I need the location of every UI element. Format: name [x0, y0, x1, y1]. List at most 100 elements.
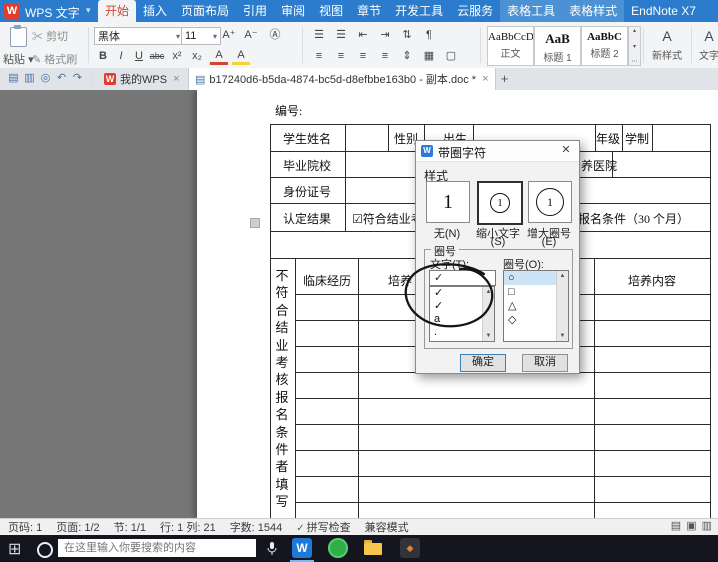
- tab-endnote[interactable]: EndNote X7: [624, 0, 703, 22]
- style-option-none[interactable]: 1: [426, 181, 470, 223]
- text-list-scrollbar[interactable]: ▲ ▼: [482, 287, 494, 341]
- close-tab-icon[interactable]: ×: [482, 73, 488, 85]
- cancel-button[interactable]: 取消: [522, 354, 568, 372]
- print-button[interactable]: ▥: [22, 71, 37, 86]
- start-button[interactable]: ⊞: [8, 539, 21, 559]
- cortana-icon[interactable]: [37, 542, 53, 558]
- spellcheck-toggle[interactable]: ✓拼写检查: [296, 519, 350, 535]
- subscript-button[interactable]: x₂: [188, 48, 206, 65]
- taskbar-explorer-icon[interactable]: [364, 543, 382, 555]
- ok-button[interactable]: 确定: [460, 354, 506, 372]
- sort-button[interactable]: ⇅: [398, 27, 416, 44]
- enclose-character-button[interactable]: Ⓐ: [266, 27, 284, 44]
- taskbar-app-icon[interactable]: ◆: [400, 538, 420, 558]
- superscript-button[interactable]: x²: [168, 48, 186, 65]
- circle-listbox[interactable]: ○ □ △ ◇ ▲ ▼: [503, 270, 569, 342]
- taskbar-wps-icon[interactable]: W: [292, 538, 312, 558]
- align-center-button[interactable]: ≡: [332, 48, 350, 65]
- style-normal[interactable]: AaBbCcD正文: [487, 26, 534, 66]
- scroll-down-icon[interactable]: ▼: [486, 331, 492, 341]
- line-spacing-button[interactable]: ⇕: [398, 48, 416, 65]
- document-tab[interactable]: ▤ b17240d6-b5da-4874-bc5d-d8efbbe163b0 -…: [188, 68, 496, 90]
- shading-button[interactable]: ▦: [420, 48, 438, 65]
- numbered-list-button[interactable]: ☰: [332, 27, 350, 44]
- save-button[interactable]: ▤: [6, 71, 21, 86]
- gallery-more-icon[interactable]: ⋯: [632, 58, 638, 65]
- style-option-enlarge-circle[interactable]: 1: [528, 181, 572, 223]
- show-marks-button[interactable]: ¶: [420, 27, 438, 44]
- italic-button[interactable]: I: [112, 48, 130, 65]
- list-item[interactable]: □: [504, 285, 556, 299]
- decrease-indent-button[interactable]: ⇤: [354, 27, 372, 44]
- tab-view[interactable]: 视图: [312, 0, 350, 22]
- font-size-select[interactable]: 11▾: [181, 27, 221, 45]
- new-tab-button[interactable]: +: [497, 71, 512, 86]
- tab-page-layout[interactable]: 页面布局: [174, 0, 236, 22]
- undo-button[interactable]: ↶: [54, 71, 69, 86]
- text-listbox[interactable]: ✓ ✓ a . ▲ ▼: [429, 286, 495, 342]
- bullet-list-button[interactable]: ☰: [310, 27, 328, 44]
- increase-font-button[interactable]: A⁺: [220, 27, 238, 44]
- view-mode-icon[interactable]: ▣: [686, 519, 696, 532]
- tab-review[interactable]: 审阅: [274, 0, 312, 22]
- app-menu-chevron-icon[interactable]: ▾: [86, 5, 91, 16]
- list-item[interactable]: a: [430, 313, 482, 326]
- tab-cloud[interactable]: 云服务: [450, 0, 500, 22]
- taskbar-browser-icon[interactable]: [328, 538, 348, 558]
- align-right-button[interactable]: ≡: [354, 48, 372, 65]
- preview-button[interactable]: ◎: [38, 71, 53, 86]
- text-input[interactable]: ✓: [429, 270, 496, 286]
- taskbar-search-input[interactable]: [58, 539, 256, 557]
- view-mode-icon[interactable]: ▤: [671, 519, 681, 532]
- style-option-shrink-text[interactable]: 1: [477, 181, 523, 225]
- close-tab-icon[interactable]: ×: [173, 73, 179, 85]
- tab-home[interactable]: 开始: [98, 0, 136, 22]
- text-tool-button[interactable]: A 文字: [695, 26, 718, 66]
- list-item[interactable]: ◇: [504, 313, 556, 327]
- tab-table-style[interactable]: 表格样式: [562, 0, 624, 22]
- home-tab[interactable]: W 我的WPS ×: [98, 68, 186, 90]
- tab-insert[interactable]: 插入: [136, 0, 174, 22]
- list-item[interactable]: △: [504, 299, 556, 313]
- strikethrough-button[interactable]: abc: [148, 48, 166, 65]
- align-left-button[interactable]: ≡: [310, 48, 328, 65]
- tab-dev-tools[interactable]: 开发工具: [388, 0, 450, 22]
- view-mode-icon[interactable]: ▥: [702, 519, 712, 532]
- scroll-up-icon[interactable]: ▲: [560, 271, 566, 281]
- scroll-down-icon[interactable]: ▼: [560, 331, 566, 341]
- increase-indent-button[interactable]: ⇥: [376, 27, 394, 44]
- tab-references[interactable]: 引用: [236, 0, 274, 22]
- tab-section[interactable]: 章节: [350, 0, 388, 22]
- list-item[interactable]: .: [430, 326, 482, 339]
- format-painter-button[interactable]: ✎ 格式刷: [32, 51, 77, 67]
- bold-button[interactable]: B: [94, 48, 112, 65]
- borders-button[interactable]: ▢: [442, 48, 460, 65]
- redo-button[interactable]: ↷: [70, 71, 85, 86]
- microphone-icon[interactable]: [266, 541, 278, 556]
- decrease-font-button[interactable]: A⁻: [242, 27, 260, 44]
- scroll-up-icon[interactable]: ▴: [633, 27, 636, 34]
- scroll-up-icon[interactable]: ▲: [486, 287, 492, 297]
- justify-button[interactable]: ≡: [376, 48, 394, 65]
- style-heading2[interactable]: AaBbC标题 2: [581, 26, 628, 66]
- tab-table-tools[interactable]: 表格工具: [500, 0, 562, 22]
- font-color-button[interactable]: A: [210, 48, 228, 65]
- list-item[interactable]: ○: [504, 271, 556, 285]
- dialog-title-bar[interactable]: W 带圈字符 ✕: [416, 141, 579, 162]
- font-name-select[interactable]: 黑体▾: [94, 27, 184, 45]
- cut-button[interactable]: ✂ 剪切: [32, 28, 68, 44]
- scroll-down-icon[interactable]: ▾: [633, 43, 636, 50]
- wps-logo-icon[interactable]: W: [4, 3, 20, 19]
- style-heading1[interactable]: AaB标题 1: [534, 26, 581, 66]
- list-item[interactable]: ✓: [430, 300, 482, 313]
- status-word-count[interactable]: 字数: 1544: [230, 519, 283, 535]
- highlight-color-button[interactable]: A: [232, 48, 250, 65]
- list-item[interactable]: ✓: [430, 287, 482, 300]
- paste-button[interactable]: 粘贴 ▾: [3, 51, 34, 67]
- paste-icon[interactable]: [10, 27, 27, 47]
- underline-button[interactable]: U: [130, 48, 148, 65]
- app-title[interactable]: WPS 文字: [25, 4, 80, 21]
- dialog-close-icon[interactable]: ✕: [553, 141, 579, 160]
- style-gallery-scrollbar[interactable]: ▴ ▾ ⋯: [628, 26, 641, 66]
- new-style-button[interactable]: A 新样式: [647, 26, 687, 66]
